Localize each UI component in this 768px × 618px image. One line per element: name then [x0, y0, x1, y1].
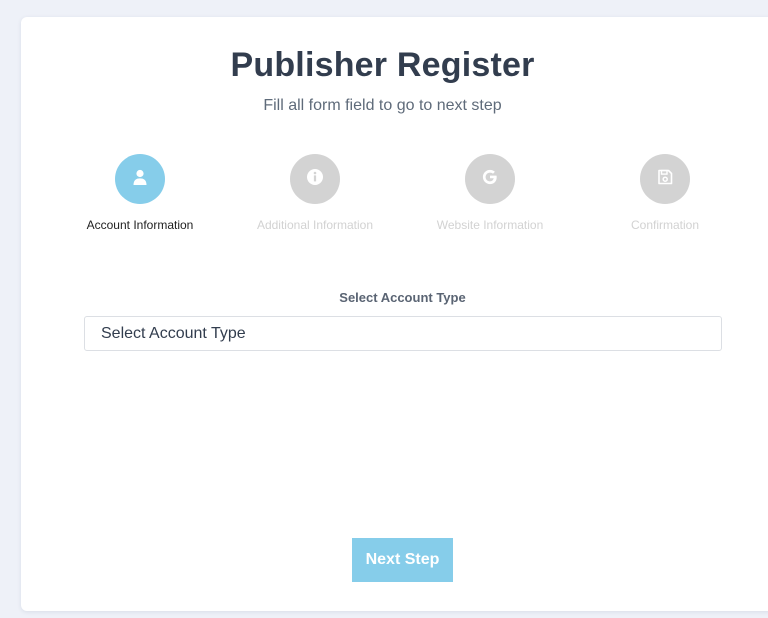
step-label: Confirmation [630, 218, 700, 232]
page-title: Publisher Register [230, 46, 535, 84]
step-circle [465, 154, 515, 204]
step-label: Website Information [436, 218, 544, 232]
save-icon [656, 168, 674, 191]
step-circle [290, 154, 340, 204]
next-step-button[interactable]: Next Step [352, 538, 453, 582]
step-circle [640, 154, 690, 204]
step-label: Additional Information [256, 218, 374, 232]
account-type-label: Select Account Type [339, 290, 466, 305]
step-additional-information[interactable]: Additional Information [225, 154, 405, 232]
step-website-information[interactable]: Website Information [400, 154, 580, 232]
step-circle [115, 154, 165, 204]
step-account-information[interactable]: Account Information [50, 154, 230, 232]
step-confirmation[interactable]: Confirmation [575, 154, 755, 232]
page-subtitle: Fill all form field to go to next step [263, 97, 502, 114]
account-type-select[interactable]: Select Account Type [84, 316, 722, 351]
google-icon [480, 167, 500, 192]
step-progress: Account Information Additional Informati… [0, 154, 768, 244]
user-icon [131, 168, 149, 191]
account-type-selected-value: Select Account Type [101, 324, 246, 342]
step-label: Account Information [86, 218, 194, 232]
info-icon [306, 168, 324, 191]
